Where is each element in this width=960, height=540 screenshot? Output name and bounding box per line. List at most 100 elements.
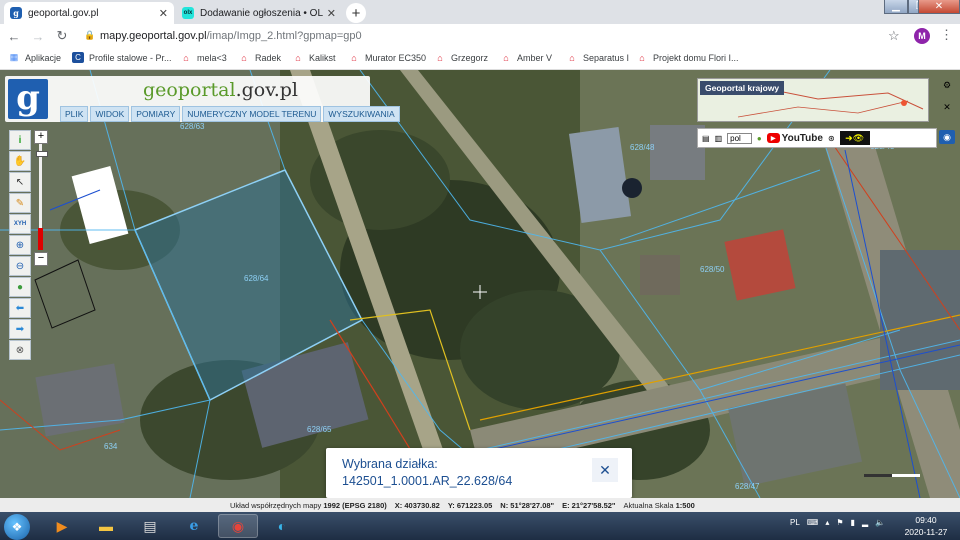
url-host: mapy.geoportal.gov.pl [100,30,207,42]
bookmark-item[interactable]: ⌂ Separatus I [566,52,629,63]
menu-pomiary[interactable]: POMIARY [131,106,181,122]
network-icon[interactable]: ▂ [862,518,868,527]
house-icon: ⌂ [351,52,357,63]
help-icon[interactable]: ● [757,134,762,143]
parcel-label: 628/65 [307,425,332,434]
zoom-out-icon[interactable]: ⊖ [9,256,31,276]
parcel-label: 628/47 [735,482,760,491]
lock-icon[interactable]: 🔒 [84,30,95,41]
tab-geoportal[interactable]: g geoportal.gov.pl ✕ [4,2,174,24]
apps-grid-icon: ▦ [9,52,19,62]
visibility-eye-icon[interactable]: ◉ [939,130,955,144]
menu-plik[interactable]: PLIK [60,106,89,122]
selected-parcel-popup: Wybrana działka: 142501_1.0001.AR_22.628… [326,448,632,498]
minimize-window-button[interactable]: ▁ [884,0,908,14]
keyboard-icon[interactable]: ⌨ [807,518,819,527]
bookmark-item[interactable]: ⌂ Radek [238,52,281,63]
back-icon[interactable]: ← [6,28,22,44]
back-arrow-icon[interactable]: ⬅ [9,298,31,318]
geoportal-header: g geoportal.gov.pl PLIK WIDOK POMIARY NU… [5,76,400,122]
geoportal-logo-icon[interactable]: g [8,79,48,119]
coord-n: N: 51°28'27.08" [500,500,555,510]
parcel-label: 634 [104,442,118,451]
zoom-plus-button[interactable]: + [34,130,48,144]
flag-icon[interactable]: ⚑ [836,518,843,527]
close-window-button[interactable]: ✕ [918,0,960,14]
address-bar[interactable]: mapy.geoportal.gov.pl/imap/Imgp_2.html?g… [100,30,362,42]
overview-minimap[interactable]: Geoportal krajowy [697,78,929,122]
house-icon: ⌂ [295,52,301,63]
print-icon[interactable]: ▤ [702,134,710,143]
c-favicon-icon: C [72,52,84,63]
coord-system: Układ współrzędnych mapy 1992 (EPSG 2180… [230,500,387,510]
internet-explorer-icon[interactable]: e [174,514,214,538]
browser-toolbar: ← → ↻ 🔒 mapy.geoportal.gov.pl/imap/Imgp_… [0,24,960,48]
house-icon: ⌂ [569,52,575,63]
menu-widok[interactable]: WIDOK [90,106,130,122]
bookmark-item[interactable]: ⌂ Kalikst [292,52,335,63]
language-select[interactable]: pol [727,132,752,144]
reload-icon[interactable]: ↻ [54,28,70,44]
menu-wyszukiwania[interactable]: WYSZUKIWANIA [323,106,400,122]
globe-icon[interactable]: ● [9,277,31,297]
olx-favicon-icon: olx [182,7,194,19]
bookmark-item[interactable]: ⌂ mela<3 [180,52,227,63]
bookmark-item[interactable]: ⌂ Amber V [500,52,552,63]
house-icon: ⌂ [503,52,509,63]
house-icon: ⌂ [437,52,443,63]
start-button[interactable]: ❖ [4,514,30,540]
notepad-icon[interactable]: ▤ [130,514,170,538]
close-minimap-icon[interactable]: ✕ [939,100,955,114]
bookmark-star-icon[interactable]: ☆ [888,28,900,44]
bookmark-item[interactable]: ⌂ Murator EC350 [348,52,426,63]
info-icon[interactable]: i [9,130,31,150]
pencil-icon[interactable]: ✎ [9,193,31,213]
system-clock[interactable]: 09:40 2020-11-27 [898,514,954,538]
contrast-eye-button[interactable]: ➜👁 [839,131,870,145]
geoportal-menu: PLIK WIDOK POMIARY NUMERYCZNY MODEL TERE… [60,106,400,122]
youtube-link[interactable]: ▶ YouTube [766,133,823,144]
media-player-icon[interactable]: ▶ [42,514,82,538]
zoom-range-indicator [38,228,43,250]
volume-icon[interactable]: 🔈 [875,518,885,527]
bookmark-apps[interactable]: ▦ Aplikacje [8,52,61,63]
battery-icon[interactable]: ▮ [851,518,855,527]
pan-hand-icon[interactable]: ✋ [9,151,31,171]
clear-icon[interactable]: ⊗ [9,340,31,360]
forward-arrow-icon[interactable]: ➡ [9,319,31,339]
zoom-in-icon[interactable]: ⊕ [9,235,31,255]
map-canvas[interactable]: 628/63 628/64 628/65 628/48 628/50 628/4… [0,70,960,498]
language-indicator[interactable]: PL [790,518,800,527]
profile-avatar[interactable]: M [914,28,930,44]
bookmark-item[interactable]: C Profile stalowe - Pr... [72,52,172,63]
settings-gear-icon[interactable]: ⚙ [939,78,955,92]
bookmark-item[interactable]: ⌂ Projekt domu Flori I... [636,52,738,63]
clock-date: 2020-11-27 [904,527,948,537]
new-tab-button[interactable]: + [346,3,366,23]
tab-olx[interactable]: olx Dodawanie ogłoszenia • OLX.pl ✕ [176,2,342,24]
tray-expand-icon[interactable]: ▴ [825,518,829,527]
parcel-label: 628/50 [700,265,725,274]
menu-nmt[interactable]: NUMERYCZNY MODEL TERENU [182,106,322,122]
zoom-minus-button[interactable]: − [34,252,48,266]
minimap-label: Geoportal krajowy [700,81,785,95]
export-icon[interactable]: ▥ [715,134,723,143]
select-arrow-icon[interactable]: ↖ [9,172,31,192]
browser-menu-icon[interactable]: ⋮ [940,27,953,43]
close-popup-button[interactable]: ✕ [592,458,618,482]
xyh-coordinates-icon[interactable]: XYH [9,214,31,234]
close-icon[interactable]: ✕ [327,7,336,20]
zoom-slider[interactable]: + − [34,130,48,266]
accessibility-icon[interactable]: ⊛ [828,134,835,143]
system-tray: PL ⌨ ▴ ⚑ ▮ ▂ 🔈 [790,518,885,527]
map-status-bar: Układ współrzędnych mapy 1992 (EPSG 2180… [0,498,960,512]
zoom-handle[interactable] [36,151,48,157]
close-icon[interactable]: ✕ [159,7,168,20]
bookmark-item[interactable]: ⌂ Grzegorz [434,52,488,63]
forward-icon[interactable]: → [30,28,46,44]
edge-icon[interactable]: ◐ [262,514,302,538]
youtube-play-icon: ▶ [766,133,780,143]
chrome-icon[interactable]: ◉ [218,514,258,538]
tab-title: geoportal.gov.pl [28,7,99,19]
file-explorer-icon[interactable]: ▬ [86,514,126,538]
